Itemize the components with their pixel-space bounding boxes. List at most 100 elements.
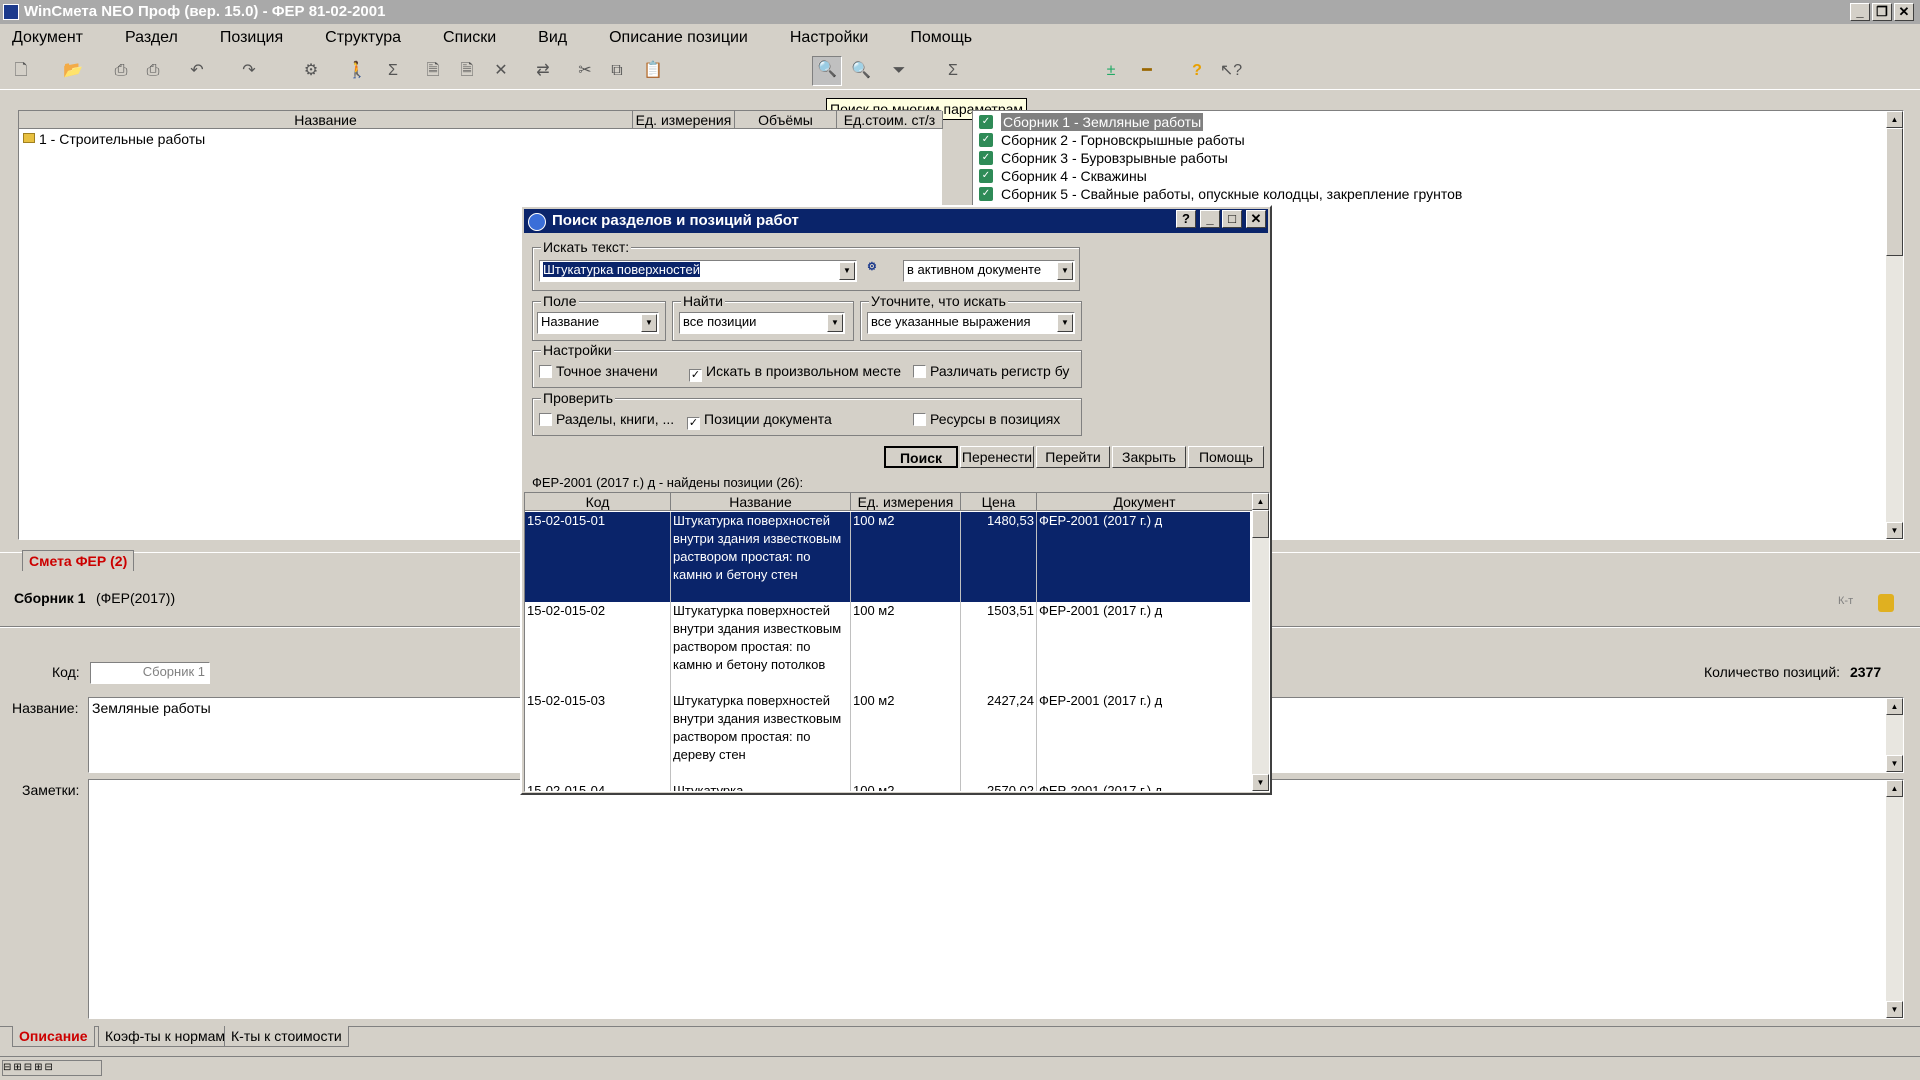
- chevron-down-icon[interactable]: ▼: [839, 262, 855, 280]
- refine-select[interactable]: все указанные выражения ▼: [867, 312, 1075, 334]
- transfer-button[interactable]: Перенести: [960, 446, 1034, 468]
- tab-estimate[interactable]: Смета ФЕР (2): [22, 550, 135, 571]
- check-icon[interactable]: ✓: [689, 369, 702, 382]
- positions-checkbox[interactable]: ✓ Позиции документа: [687, 411, 832, 430]
- restore-button[interactable]: ❐: [1872, 3, 1892, 21]
- copy-icon[interactable]: ⧉: [604, 58, 630, 84]
- menu-position-description[interactable]: Описание позиции: [579, 25, 760, 51]
- menu-structure[interactable]: Структура: [295, 25, 413, 51]
- dialog-maximize-button[interactable]: □: [1222, 210, 1242, 228]
- col-unit-cost[interactable]: Ед.стоим. ст/з: [837, 111, 943, 129]
- exact-value-checkbox[interactable]: Точное значени: [539, 363, 658, 379]
- dash-icon[interactable]: ━: [1134, 58, 1160, 84]
- chevron-down-icon[interactable]: ▼: [827, 314, 843, 332]
- chevron-down-icon[interactable]: ▼: [1057, 262, 1073, 280]
- col-document[interactable]: Документ: [1037, 493, 1253, 511]
- sections-checkbox[interactable]: Разделы, книги, ...: [539, 411, 674, 427]
- checkbox-box[interactable]: [539, 413, 552, 426]
- close-button[interactable]: ✕: [1894, 3, 1914, 21]
- filter-icon[interactable]: ⏷: [886, 58, 912, 84]
- menu-document[interactable]: Документ: [0, 25, 95, 51]
- checkbox-box[interactable]: [913, 365, 926, 378]
- col-volume[interactable]: Объёмы: [735, 111, 837, 129]
- help-icon[interactable]: ?: [1184, 58, 1210, 84]
- goto-button[interactable]: Перейти: [1036, 446, 1110, 468]
- redo-icon[interactable]: ↷: [236, 58, 262, 84]
- sum-filter-icon[interactable]: Σ: [940, 58, 966, 84]
- new-document-icon[interactable]: 🗋: [8, 58, 34, 84]
- calc-icon[interactable]: ⚙: [298, 58, 324, 84]
- case-sensitive-checkbox[interactable]: Различать регистр бу: [913, 363, 1069, 379]
- notes-scrollbar[interactable]: ▲ ▼: [1886, 780, 1903, 1018]
- scroll-up-icon[interactable]: ▲: [1886, 111, 1903, 128]
- dialog-minimize-button[interactable]: _: [1200, 210, 1220, 228]
- tab-cost-coefficients[interactable]: К-ты к стоимости: [224, 1026, 349, 1047]
- col-unit[interactable]: Ед. измерения: [633, 111, 735, 129]
- checkbox-box[interactable]: [539, 365, 552, 378]
- scroll-up-icon[interactable]: ▲: [1252, 493, 1269, 510]
- dialog-help-button[interactable]: ?: [1176, 210, 1196, 228]
- col-name[interactable]: Название: [19, 111, 633, 129]
- menu-lists[interactable]: Списки: [413, 25, 508, 51]
- scroll-down-icon[interactable]: ▼: [1886, 522, 1903, 539]
- chevron-down-icon[interactable]: ▼: [1057, 314, 1073, 332]
- code-field[interactable]: Сборник 1: [90, 662, 210, 684]
- table-row[interactable]: 15-02-015-01 Штукатурка поверхностей внут…: [525, 512, 1253, 602]
- tree-scrollbar[interactable]: ▲ ▼: [1886, 111, 1903, 539]
- col-unit[interactable]: Ед. измерения: [851, 493, 961, 511]
- table-row[interactable]: 1 - Строительные работы: [39, 130, 205, 148]
- close-dialog-button[interactable]: Закрыть: [1112, 446, 1186, 468]
- scroll-up-icon[interactable]: ▲: [1886, 780, 1903, 797]
- tab-norm-coefficients[interactable]: Коэф-ты к нормам: [98, 1026, 232, 1047]
- scroll-thumb[interactable]: [1886, 128, 1903, 256]
- table-row[interactable]: 15-02-015-02 Штукатурка поверхностей внут…: [525, 602, 1253, 692]
- tab-description[interactable]: Описание: [12, 1026, 95, 1047]
- chevron-down-icon[interactable]: ▼: [641, 314, 657, 332]
- person-icon[interactable]: 🚶: [344, 58, 370, 84]
- field-select[interactable]: Название ▼: [537, 312, 659, 334]
- paste-icon[interactable]: 📋: [640, 58, 666, 84]
- menu-view[interactable]: Вид: [508, 25, 579, 51]
- sum-icon[interactable]: Σ: [380, 58, 406, 84]
- delete-icon[interactable]: ✕: [488, 58, 514, 84]
- menu-section[interactable]: Раздел: [95, 25, 190, 51]
- lock-icon[interactable]: [1878, 594, 1894, 612]
- cut-icon[interactable]: ✂: [572, 58, 598, 84]
- check-icon[interactable]: ✓: [687, 417, 700, 430]
- scroll-down-icon[interactable]: ▼: [1886, 1001, 1903, 1018]
- col-price[interactable]: Цена: [961, 493, 1037, 511]
- menu-help[interactable]: Помощь: [880, 25, 984, 51]
- tree-item[interactable]: Сборник 5 - Свайные работы, опускные кол…: [1001, 185, 1462, 203]
- tree-item[interactable]: Сборник 4 - Скважины: [1001, 167, 1147, 185]
- calc-icon[interactable]: ⚙: [867, 260, 889, 280]
- print-icon[interactable]: ⎙: [108, 58, 134, 84]
- open-folder-icon[interactable]: 📂: [60, 58, 86, 84]
- col-code[interactable]: Код: [525, 493, 671, 511]
- minimize-button[interactable]: _: [1850, 3, 1870, 21]
- help-button[interactable]: Помощь: [1188, 446, 1264, 468]
- dialog-close-button[interactable]: ✕: [1246, 210, 1266, 228]
- page2-icon[interactable]: 🗎: [454, 58, 480, 84]
- move-icon[interactable]: ⇄: [530, 58, 556, 84]
- plus-minus-icon[interactable]: ±: [1098, 58, 1124, 84]
- context-help-icon[interactable]: ↖?: [1218, 58, 1244, 84]
- results-scrollbar[interactable]: ▲ ▼: [1252, 493, 1269, 791]
- page-icon[interactable]: 🗎: [420, 58, 446, 84]
- col-name[interactable]: Название: [671, 493, 851, 511]
- search-text-input[interactable]: Штукатурка поверхностей ▼: [539, 260, 857, 282]
- scroll-up-icon[interactable]: ▲: [1886, 698, 1903, 715]
- tree-item[interactable]: Сборник 1 - Земляные работы: [1001, 113, 1204, 131]
- menu-settings[interactable]: Настройки: [760, 25, 880, 51]
- scroll-thumb[interactable]: [1252, 510, 1269, 538]
- binoculars-user-icon[interactable]: 🔍: [848, 58, 874, 84]
- undo-icon[interactable]: ↶: [184, 58, 210, 84]
- search-anywhere-checkbox[interactable]: ✓ Искать в произвольном месте: [689, 363, 901, 382]
- menu-position[interactable]: Позиция: [190, 25, 295, 51]
- table-row[interactable]: 15-02-015-03 Штукатурка поверхностей внут…: [525, 692, 1253, 782]
- search-button[interactable]: Поиск: [884, 446, 958, 468]
- print-preview-icon[interactable]: ⎙: [140, 58, 166, 84]
- tree-item[interactable]: Сборник 3 - Буровзрывные работы: [1001, 149, 1228, 167]
- scroll-down-icon[interactable]: ▼: [1886, 755, 1903, 772]
- scroll-down-icon[interactable]: ▼: [1252, 774, 1269, 791]
- name-scrollbar[interactable]: ▲ ▼: [1886, 698, 1903, 772]
